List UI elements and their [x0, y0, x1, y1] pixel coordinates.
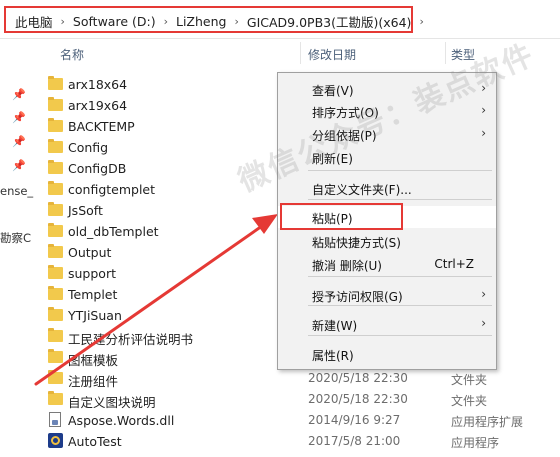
menu-item-label: 粘贴快捷方式(S): [312, 236, 401, 250]
menu-item-label: 查看(V): [312, 84, 354, 98]
menu-item-label: 自定义文件夹(F)...: [312, 183, 412, 197]
menu-item-label: 撤消 删除(U): [312, 259, 382, 273]
menu-item-customize-folder[interactable]: 自定义文件夹(F)...: [278, 177, 496, 199]
chevron-right-icon: ›: [481, 103, 486, 117]
menu-item-properties[interactable]: 属性(R): [278, 343, 496, 365]
menu-item-give-access[interactable]: 授予访问权限(G) ›: [278, 284, 496, 306]
menu-separator: [308, 276, 492, 277]
menu-separator: [308, 199, 492, 200]
menu-separator: [308, 305, 492, 306]
menu-separator: [308, 170, 492, 171]
menu-item-shortcut: Ctrl+Z: [434, 257, 474, 271]
menu-item-label: 授予访问权限(G): [312, 290, 403, 304]
menu-item-paste-shortcut[interactable]: 粘贴快捷方式(S): [278, 230, 496, 252]
arrow-shaft: [34, 224, 264, 386]
menu-item-label: 新建(W): [312, 319, 358, 333]
chevron-right-icon: ›: [481, 287, 486, 301]
paste-highlight-box: [280, 203, 403, 230]
menu-item-label: 属性(R): [312, 349, 354, 363]
menu-separator: [308, 335, 492, 336]
chevron-right-icon: ›: [481, 316, 486, 330]
menu-item-undo-delete[interactable]: 撤消 删除(U) Ctrl+Z: [278, 253, 496, 275]
chevron-right-icon: ›: [481, 126, 486, 140]
menu-item-new[interactable]: 新建(W) ›: [278, 313, 496, 335]
